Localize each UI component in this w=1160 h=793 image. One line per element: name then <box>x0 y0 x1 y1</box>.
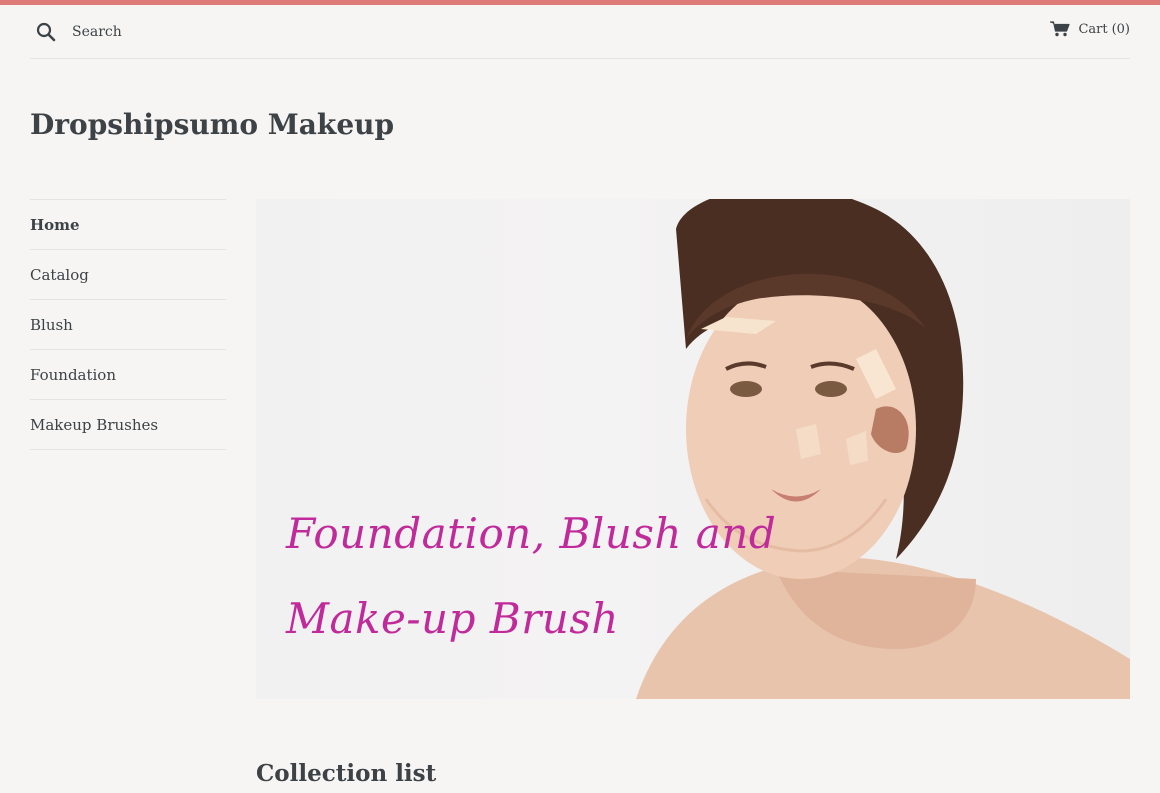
cart-link[interactable]: Cart (0) <box>1050 21 1130 37</box>
sidebar-item-home[interactable]: Home <box>30 199 226 249</box>
search-icon <box>36 22 56 42</box>
sidebar-item-blush[interactable]: Blush <box>30 299 226 349</box>
sidebar-item-foundation[interactable]: Foundation <box>30 349 226 399</box>
sidebar-nav: Home Catalog Blush Foundation Makeup Bru… <box>30 199 226 450</box>
hero-banner-image[interactable]: Foundation, Blush and Make-up Brush <box>256 199 1130 699</box>
cart-count: (0) <box>1111 21 1130 37</box>
search-input[interactable] <box>72 19 372 45</box>
cart-label: Cart <box>1078 21 1108 37</box>
sidebar-item-makeup-brushes[interactable]: Makeup Brushes <box>30 399 226 450</box>
site-title[interactable]: Dropshipsumo Makeup <box>30 108 394 141</box>
collection-list-heading: Collection list <box>256 760 437 787</box>
cart-icon <box>1050 21 1071 37</box>
sidebar-item-catalog[interactable]: Catalog <box>30 249 226 299</box>
search-button[interactable] <box>36 22 58 44</box>
hero-headline-line1: Foundation, Blush and <box>286 509 777 558</box>
header: Cart (0) <box>30 5 1130 59</box>
hero-headline-line2: Make-up Brush <box>286 594 619 643</box>
